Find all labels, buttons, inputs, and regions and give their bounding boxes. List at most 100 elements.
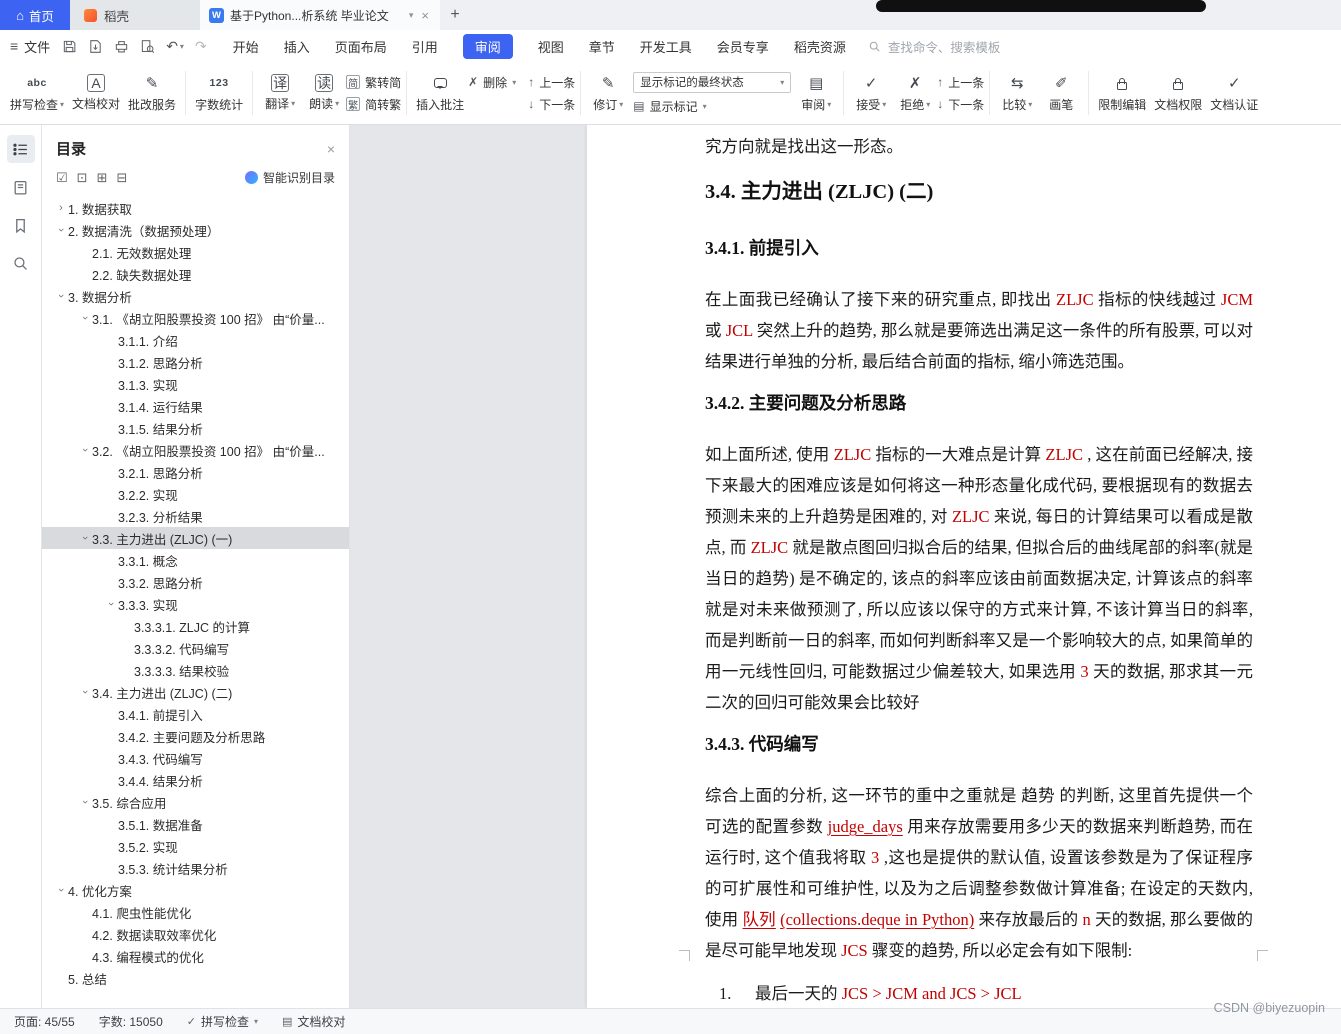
undo-button[interactable]: ↶▾ [166,38,184,55]
chevron-down-icon[interactable]: › [55,883,67,897]
toc-item[interactable]: 3.3.1. 概念 [42,549,349,571]
menu-tab[interactable]: 开始 [233,37,259,56]
chevron-down-icon[interactable]: › [79,443,91,457]
toc-item[interactable]: 3.1.1. 介绍 [42,329,349,351]
toc-panel-button[interactable] [7,135,35,163]
redo-button[interactable]: ↷ [195,38,207,55]
toc-item[interactable]: 3.3.3.3. 结果校验 [42,659,349,681]
print-button[interactable] [114,39,129,54]
close-icon[interactable]: × [327,141,335,157]
toc-item[interactable]: ›3.4. 主力进出 (ZLJC) (二) [42,681,349,703]
toc-item[interactable]: 4.3. 编程模式的优化 [42,945,349,967]
simplified-to-traditional-button[interactable]: 繁 简转繁 [346,96,401,113]
toc-item[interactable]: 4.2. 数据读取效率优化 [42,923,349,945]
close-icon[interactable]: × [419,8,431,23]
toc-item[interactable]: 2.1. 无效数据处理 [42,241,349,263]
chevron-down-icon[interactable]: › [79,685,91,699]
new-tab-button[interactable]: + [440,0,470,30]
menu-tab[interactable]: 开发工具 [640,37,692,56]
next-change-button[interactable]: ↓ 下一条 [937,96,984,113]
accept-button[interactable]: ✓ 接受▾ [849,70,893,116]
toc-item[interactable]: 3.3.3.1. ZLJC 的计算 [42,615,349,637]
doc-authentication-button[interactable]: ✓ 文档认证 [1206,70,1262,116]
compare-button[interactable]: ⇆ 比较▾ [995,70,1039,116]
traditional-to-simplified-button[interactable]: 简 繁转简 [346,74,401,91]
statusbar-proofread-button[interactable]: ▤ 文档校对 [282,1013,345,1030]
toc-expand-all-icon[interactable]: ⊞ [97,170,108,186]
toc-item[interactable]: 2.2. 缺失数据处理 [42,263,349,285]
read-aloud-button[interactable]: 读 朗读▾ [302,71,346,115]
track-changes-button[interactable]: ✎ 修订▾ [586,70,630,116]
smart-recognize-button[interactable]: 智能识别目录 [245,169,335,186]
grading-service-button[interactable]: ✎ 批改服务 [124,70,180,116]
reviewers-button[interactable]: ▤ 审阅▾ [794,70,838,116]
spellcheck-button[interactable]: abc 拼写检查▾ [6,70,68,116]
next-comment-button[interactable]: ↓ 下一条 [528,96,575,113]
translate-button[interactable]: 译 翻译▾ [258,71,302,115]
menu-tab[interactable]: 审阅 [463,34,513,59]
markup-state-select[interactable]: 显示标记的最终状态 ▾ [633,72,791,93]
toc-item[interactable]: 3.4.4. 结果分析 [42,769,349,791]
toc-item[interactable]: ›3.1. 《胡立阳股票投资 100 招》 由“价量... [42,307,349,329]
save-button[interactable] [62,39,77,54]
prev-change-button[interactable]: ↑ 上一条 [937,74,984,91]
toc-item[interactable]: 3.5.2. 实现 [42,835,349,857]
menu-tab[interactable]: 视图 [538,37,564,56]
toc-item[interactable]: 3.4.1. 前提引入 [42,703,349,725]
insert-comment-button[interactable]: 插入批注 [412,70,468,116]
toc-collapse-all-icon[interactable]: ⊟ [116,170,127,186]
document-page[interactable]: 究方向就是找出这一形态。3.4. 主力进出 (ZLJC) (二)3.4.1. 前… [587,125,1341,1008]
toc-item[interactable]: 3.1.3. 实现 [42,373,349,395]
bookmark-panel-button[interactable] [7,211,35,239]
chevron-down-icon[interactable]: › [79,795,91,809]
toc-item[interactable]: 4.1. 爬虫性能优化 [42,901,349,923]
toc-item[interactable]: 3.4.2. 主要问题及分析思路 [42,725,349,747]
menu-tab[interactable]: 章节 [589,37,615,56]
toc-item[interactable]: 3.1.4. 运行结果 [42,395,349,417]
chevron-down-icon[interactable]: › [105,597,117,611]
toc-item[interactable]: ›3. 数据分析 [42,285,349,307]
menu-tab[interactable]: 引用 [412,37,438,56]
toc-item[interactable]: 3.1.5. 结果分析 [42,417,349,439]
home-tab[interactable]: ⌂ 首页 [0,0,70,30]
toc-item[interactable]: ›3.2. 《胡立阳股票投资 100 招》 由“价量... [42,439,349,461]
find-panel-button[interactable] [7,249,35,277]
toc-item[interactable]: ›1. 数据获取 [42,197,349,219]
menu-tab[interactable]: 会员专享 [717,37,769,56]
toc-item[interactable]: ›3.3. 主力进出 (ZLJC) (一) [42,527,349,549]
toc-item[interactable]: ›3.5. 综合应用 [42,791,349,813]
document-content[interactable]: 究方向就是找出这一形态。3.4. 主力进出 (ZLJC) (二)3.4.1. 前… [705,131,1253,1008]
document-canvas[interactable]: 究方向就是找出这一形态。3.4. 主力进出 (ZLJC) (二)3.4.1. 前… [350,125,1341,1008]
prev-comment-button[interactable]: ↑ 上一条 [528,74,575,91]
print-preview-button[interactable] [140,39,155,54]
toc-item[interactable]: 3.5.3. 统计结果分析 [42,857,349,879]
delete-comment-button[interactable]: ✗ 删除 ▾ [468,74,516,91]
chevron-down-icon[interactable]: › [79,531,91,545]
doc-permission-button[interactable]: 文档权限 [1150,70,1206,116]
toc-locate-icon[interactable]: ⊡ [77,170,88,186]
docer-tab[interactable]: 稻壳 [70,0,200,30]
menu-tab[interactable]: 页面布局 [335,37,387,56]
chevron-right-icon[interactable]: › [54,202,68,214]
toc-item[interactable]: 5. 总结 [42,967,349,989]
toc-item[interactable]: ›4. 优化方案 [42,879,349,901]
command-search[interactable]: 查找命令、搜索模板 [868,37,1001,56]
toc-item[interactable]: 3.2.1. 思路分析 [42,461,349,483]
toc-item[interactable]: 3.5.1. 数据准备 [42,813,349,835]
chevron-down-icon[interactable]: › [79,311,91,325]
restrict-editing-button[interactable]: 限制编辑 [1094,70,1150,116]
toc-item[interactable]: ›3.3.3. 实现 [42,593,349,615]
toc-checkbox-icon[interactable]: ☑ [56,170,68,186]
toc-item[interactable]: 3.4.3. 代码编写 [42,747,349,769]
chapter-panel-button[interactable] [7,173,35,201]
toc-item[interactable]: 3.1.2. 思路分析 [42,351,349,373]
chevron-down-icon[interactable]: ▾ [409,10,414,21]
document-tab[interactable]: W 基于Python...析系统 毕业论文 ▾ × [200,0,440,30]
file-menu-button[interactable]: ≡ 文件 [10,37,50,56]
statusbar-spellcheck-button[interactable]: ✓ 拼写检查 ▾ [187,1013,258,1030]
toc-item[interactable]: 3.2.3. 分析结果 [42,505,349,527]
toc-item[interactable]: 3.3.2. 思路分析 [42,571,349,593]
toc-item[interactable]: 3.2.2. 实现 [42,483,349,505]
proofread-button[interactable]: A 文档校对 [68,71,124,115]
export-button[interactable] [88,39,103,54]
